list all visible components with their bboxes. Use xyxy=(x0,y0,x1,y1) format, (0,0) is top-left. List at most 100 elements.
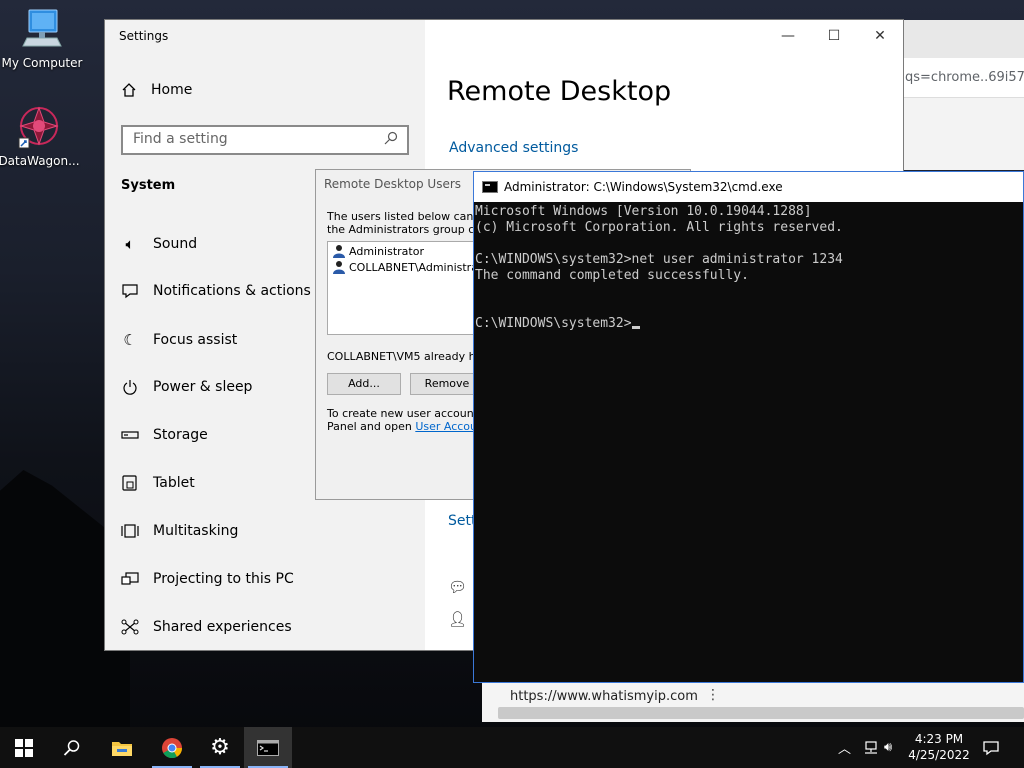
desktop-icon-my-computer[interactable]: My Computer xyxy=(0,8,84,70)
nav-item-projecting[interactable]: Projecting to this PC xyxy=(121,571,294,587)
cmd-window-title: Administrator: C:\Windows\System32\cmd.e… xyxy=(504,180,783,194)
focus-assist-icon: ☾ xyxy=(123,331,137,349)
shared-experiences-icon xyxy=(121,619,139,635)
console-line: (c) Microsoft Corporation. All rights re… xyxy=(475,220,843,235)
text-cursor xyxy=(631,326,640,329)
user-icon xyxy=(333,245,345,258)
nav-item-storage[interactable]: Storage xyxy=(121,427,208,443)
add-button[interactable]: Add... xyxy=(327,373,401,395)
help-icon[interactable]: 💬︎ xyxy=(448,578,467,596)
clock-time: 4:23 PM xyxy=(914,732,964,746)
cmd-titlebar[interactable]: Administrator: C:\Windows\System32\cmd.e… xyxy=(474,172,1023,202)
tray-volume[interactable]: 🔊︎ xyxy=(884,727,892,768)
settings-caption-buttons: — ☐ ✕ xyxy=(765,20,903,52)
cmd-icon xyxy=(482,181,498,193)
nav-item-label: Storage xyxy=(153,427,208,443)
advanced-settings-link[interactable]: Advanced settings xyxy=(449,140,578,156)
nav-item-label: Projecting to this PC xyxy=(153,571,294,587)
dialog-title: Remote Desktop Users xyxy=(324,177,462,191)
dialog-footer-text: To create new user accounts o Panel and … xyxy=(327,407,494,433)
page-title: Remote Desktop xyxy=(447,76,672,107)
nav-item-label: Sound xyxy=(153,236,198,252)
nav-item-label: Multitasking xyxy=(153,523,239,539)
feedback-icon[interactable]: 👤︎ xyxy=(448,610,467,628)
multitasking-icon xyxy=(121,524,139,538)
nav-item-label: Shared experiences xyxy=(153,619,292,635)
chrome-bottom-panel: https://www.whatismyip.com ⋮ xyxy=(482,682,1024,722)
nav-item-shared-experiences[interactable]: Shared experiences xyxy=(121,619,292,635)
console-prompt: C:\WINDOWS\system32> xyxy=(475,316,632,331)
chevron-up-icon: ︿ xyxy=(838,742,852,757)
nav-item-label: Notifications & actions xyxy=(153,283,311,299)
start-icon xyxy=(15,738,33,757)
more-options-icon[interactable]: ⋮ xyxy=(706,687,720,703)
sound-icon: 🔈︎ xyxy=(125,235,135,253)
nav-group-system: System xyxy=(121,178,176,193)
storage-icon xyxy=(121,431,139,439)
start-button[interactable] xyxy=(0,727,48,768)
nav-home[interactable]: Home xyxy=(121,82,192,98)
desktop-icon-label: My Computer xyxy=(1,56,83,70)
datawagon-icon xyxy=(18,106,59,149)
nav-home-label: Home xyxy=(151,82,193,98)
nav-item-tablet[interactable]: Tablet xyxy=(121,475,195,491)
maximize-button[interactable]: ☐ xyxy=(811,20,857,52)
network-icon xyxy=(865,740,877,754)
user-name: COLLABNET\Administrator xyxy=(349,260,494,274)
taskbar-settings[interactable]: ⚙ xyxy=(196,727,244,768)
chrome-icon xyxy=(162,737,183,758)
nav-item-power[interactable]: Power & sleep xyxy=(121,379,252,395)
find-setting-input[interactable]: Find a setting xyxy=(121,125,409,155)
desktop-icon-label: DataWagon... xyxy=(0,154,80,168)
console-prompt-line: C:\WINDOWS\system32> xyxy=(475,316,1023,332)
home-icon xyxy=(122,83,136,97)
projecting-icon xyxy=(121,572,139,585)
taskbar: ⚙ ︿ 🔊︎ 4:23 PM 4/25/2022 xyxy=(0,727,1024,768)
console-line: C:\WINDOWS\system32>net user administrat… xyxy=(475,252,843,267)
nav-item-label: Focus assist xyxy=(153,332,238,348)
close-button[interactable]: ✕ xyxy=(857,20,903,52)
volume-icon: 🔊︎ xyxy=(884,740,893,755)
settings-icon: ⚙ xyxy=(210,735,230,760)
nav-item-focus-assist[interactable]: ☾ Focus assist xyxy=(121,331,237,349)
cmd-console[interactable]: Microsoft Windows [Version 10.0.19044.12… xyxy=(474,202,1023,332)
search-icon[interactable] xyxy=(383,130,399,146)
tray-network[interactable] xyxy=(862,727,880,768)
taskbar-cmd[interactable] xyxy=(244,727,292,768)
taskbar-clock[interactable]: 4:23 PM 4/25/2022 xyxy=(906,731,972,763)
clock-date: 4/25/2022 xyxy=(908,748,970,762)
computer-icon xyxy=(22,9,62,47)
horizontal-scrollbar[interactable] xyxy=(498,707,1024,719)
taskbar-file-explorer[interactable] xyxy=(98,727,146,768)
tablet-icon xyxy=(122,475,137,491)
url-suggestion[interactable]: https://www.whatismyip.com xyxy=(510,689,698,704)
settings-window-title: Settings xyxy=(119,29,169,43)
nav-item-label: Tablet xyxy=(153,475,195,491)
cmd-window[interactable]: Administrator: C:\Windows\System32\cmd.e… xyxy=(473,171,1024,683)
nav-item-label: Power & sleep xyxy=(153,379,253,395)
tray-overflow-chevron[interactable]: ︿ xyxy=(838,727,851,768)
cmd-icon xyxy=(257,739,279,756)
footer-line: Panel and open xyxy=(327,420,416,433)
search-placeholder: Find a setting xyxy=(133,131,228,147)
desktop-icon-datawagon[interactable]: DataWagon... xyxy=(0,104,81,168)
console-line: The command completed successfully. xyxy=(475,268,749,283)
nav-item-notifications[interactable]: Notifications & actions xyxy=(121,283,311,299)
minimize-button[interactable]: — xyxy=(765,20,811,52)
user-name: Administrator xyxy=(349,244,424,258)
console-line: Microsoft Windows [Version 10.0.19044.12… xyxy=(475,204,812,219)
file-explorer-icon xyxy=(112,741,132,756)
tray-action-center[interactable] xyxy=(982,727,1000,768)
notifications-icon xyxy=(122,284,138,299)
taskbar-search-button[interactable] xyxy=(48,727,96,768)
nav-item-multitasking[interactable]: Multitasking xyxy=(121,523,238,539)
power-icon xyxy=(123,380,137,395)
user-icon xyxy=(333,261,345,274)
footer-line: To create new user accounts o xyxy=(327,407,494,420)
taskbar-chrome[interactable] xyxy=(148,727,196,768)
nav-item-sound[interactable]: 🔈︎ Sound xyxy=(121,235,197,253)
search-icon xyxy=(63,739,80,756)
